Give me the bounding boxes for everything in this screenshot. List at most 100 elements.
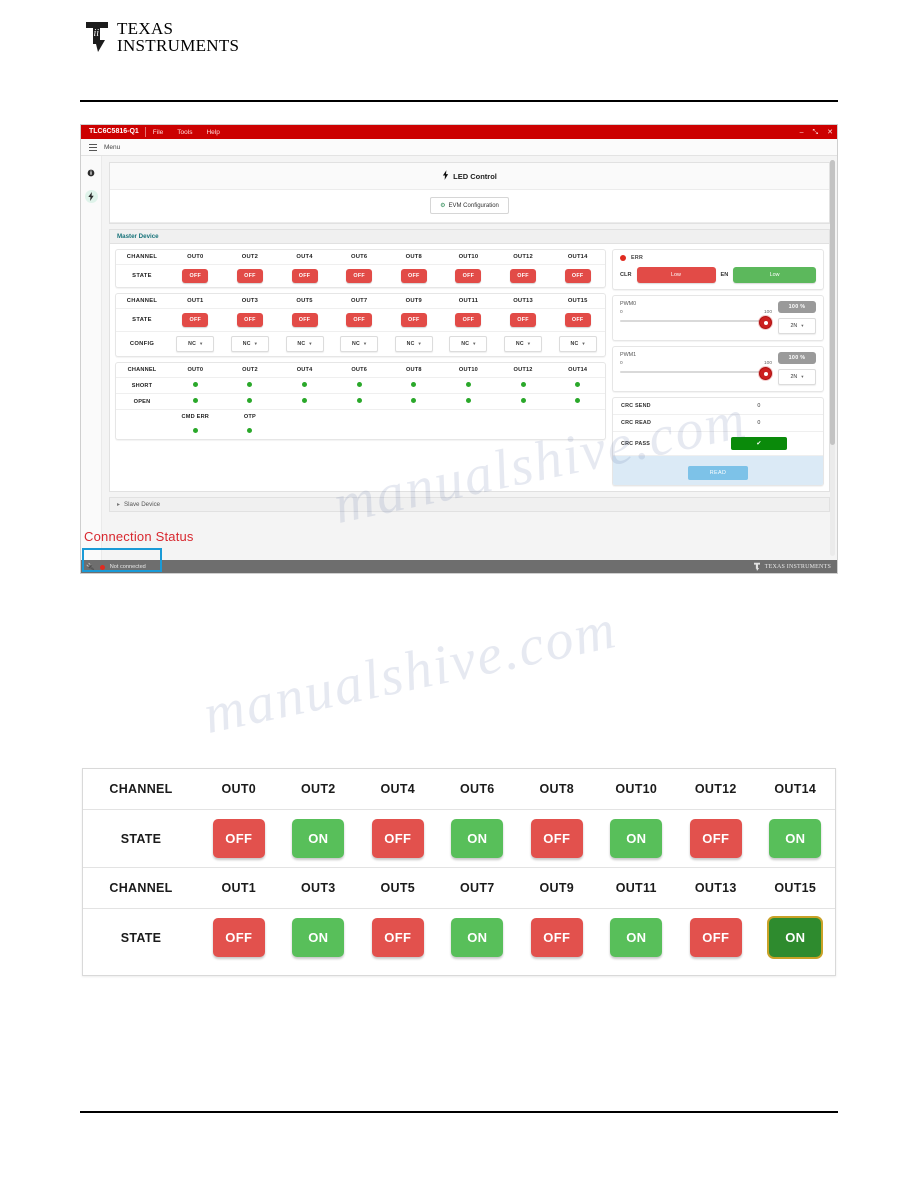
menu-file[interactable]: File bbox=[146, 129, 170, 136]
config-select[interactable]: NC ▾ bbox=[176, 336, 215, 352]
state-toggle-button[interactable]: OFF bbox=[530, 918, 583, 957]
slave-device-header[interactable]: ▸ Slave Device bbox=[110, 498, 829, 511]
state-toggle-button[interactable]: OFF bbox=[510, 313, 537, 327]
content-scrollbar[interactable] bbox=[830, 160, 835, 556]
state-toggle-button[interactable]: OFF bbox=[346, 269, 373, 283]
state-cell: OFF bbox=[495, 264, 551, 287]
state-toggle-button[interactable]: OFF bbox=[530, 819, 583, 858]
hamburger-icon[interactable] bbox=[89, 143, 97, 151]
watermark-text: manualshive.com bbox=[198, 597, 623, 747]
config-select[interactable]: NC ▾ bbox=[394, 336, 433, 352]
pwm1-value-group: 100 % 2N ▾ bbox=[778, 352, 816, 385]
pwm0-select[interactable]: 2N ▾ bbox=[778, 318, 816, 334]
pwm1-percent-badge: 100 % bbox=[778, 352, 816, 364]
config-select[interactable]: NC ▾ bbox=[285, 336, 324, 352]
menu-label[interactable]: Menu bbox=[104, 144, 120, 151]
minimize-icon[interactable]: – bbox=[800, 129, 804, 136]
state-cell: ON bbox=[755, 809, 835, 867]
channel-header: OUT12 bbox=[513, 367, 533, 373]
channel-header: OUT15 bbox=[567, 298, 588, 304]
master-device-title[interactable]: Master Device bbox=[110, 230, 829, 244]
status-dot-ok bbox=[520, 398, 526, 403]
chevron-down-icon: ▾ bbox=[200, 341, 203, 346]
state-toggle-button[interactable]: OFF bbox=[689, 918, 742, 957]
clr-toggle-button[interactable]: Low bbox=[636, 267, 716, 283]
ti-logo-mark-icon: ii bbox=[84, 20, 110, 54]
crc-pass-label: CRC PASS bbox=[613, 431, 695, 456]
short-status-cell bbox=[222, 377, 278, 394]
pwm0-percent-badge: 100 % bbox=[778, 301, 816, 313]
bolt-icon[interactable] bbox=[84, 190, 98, 203]
close-icon[interactable]: ✕ bbox=[827, 129, 833, 136]
state-toggle-button[interactable]: ON bbox=[610, 819, 663, 858]
state-cell: OFF bbox=[386, 264, 442, 287]
pwm1-select[interactable]: 2N ▾ bbox=[778, 369, 816, 385]
short-status-cell bbox=[277, 377, 332, 394]
read-button[interactable]: READ bbox=[687, 466, 749, 480]
config-select[interactable]: NC ▾ bbox=[558, 336, 597, 352]
extra-status-cell bbox=[168, 424, 223, 439]
table-row: CHANNEL OUT1 OUT3 OUT5 OUT7 OUT9 OUT11 O… bbox=[116, 294, 605, 309]
state-toggle-button[interactable]: OFF bbox=[564, 313, 591, 327]
state-toggle-button[interactable]: OFF bbox=[689, 819, 742, 858]
crc-send-label: CRC SEND bbox=[613, 398, 695, 415]
pwm0-slider-handle[interactable] bbox=[759, 316, 772, 329]
row-label-channel: CHANNEL bbox=[109, 782, 173, 796]
config-select[interactable]: NC ▾ bbox=[504, 336, 543, 352]
state-toggle-button[interactable]: OFF bbox=[182, 313, 209, 327]
state-toggle-button[interactable]: OFF bbox=[455, 313, 482, 327]
state-toggle-button[interactable]: OFF bbox=[212, 819, 265, 858]
status-dot-ok bbox=[575, 382, 581, 387]
menu-tools[interactable]: Tools bbox=[170, 129, 199, 136]
state-toggle-button[interactable]: ON bbox=[292, 819, 345, 858]
open-status-cell bbox=[386, 393, 442, 410]
pwm1-slider[interactable] bbox=[620, 367, 772, 380]
open-status-cell bbox=[550, 393, 605, 410]
state-toggle-button[interactable]: OFF bbox=[291, 313, 318, 327]
status-dot-ok bbox=[465, 382, 471, 387]
maximize-icon[interactable]: ⤡ bbox=[813, 129, 819, 136]
state-toggle-button[interactable]: OFF bbox=[346, 313, 373, 327]
config-select[interactable]: NC ▾ bbox=[230, 336, 269, 352]
state-toggle-button[interactable]: OFF bbox=[236, 269, 263, 283]
state-toggle-button-focused[interactable]: ON bbox=[769, 918, 822, 957]
state-toggle-button[interactable]: OFF bbox=[291, 269, 318, 283]
config-cell: NC ▾ bbox=[386, 331, 442, 356]
config-select[interactable]: NC ▾ bbox=[340, 336, 379, 352]
channel-header: OUT7 bbox=[351, 298, 368, 304]
state-toggle-button[interactable]: ON bbox=[451, 918, 504, 957]
state-toggle-button[interactable]: ON bbox=[292, 918, 345, 957]
channel-header: OUT13 bbox=[694, 881, 737, 895]
state-toggle-button[interactable]: OFF bbox=[564, 269, 591, 283]
pwm0-slider-group: PWM0 0 100 bbox=[620, 301, 772, 329]
check-circle-icon: ✔ bbox=[730, 437, 787, 450]
state-cell: ON bbox=[755, 908, 835, 966]
state-toggle-button[interactable]: OFF bbox=[371, 819, 424, 858]
info-icon[interactable] bbox=[85, 166, 98, 179]
state-cell: OFF bbox=[331, 264, 387, 287]
ti-logo: ii TEXAS INSTRUMENTS bbox=[84, 20, 239, 54]
pwm1-slider-handle[interactable] bbox=[759, 367, 772, 380]
state-toggle-button[interactable]: ON bbox=[451, 819, 504, 858]
state-toggle-button[interactable]: ON bbox=[769, 819, 822, 858]
open-status-cell bbox=[222, 393, 278, 410]
short-status-cell bbox=[550, 377, 605, 394]
state-toggle-button[interactable]: OFF bbox=[371, 918, 424, 957]
state-toggle-button[interactable]: OFF bbox=[400, 313, 427, 327]
pwm0-max: 100 bbox=[763, 310, 772, 315]
state-toggle-button[interactable]: OFF bbox=[236, 313, 263, 327]
state-toggle-button[interactable]: OFF bbox=[400, 269, 427, 283]
state-toggle-button[interactable]: OFF bbox=[182, 269, 209, 283]
state-toggle-button[interactable]: OFF bbox=[455, 269, 482, 283]
state-toggle-button[interactable]: OFF bbox=[212, 918, 265, 957]
slave-device-panel[interactable]: ▸ Slave Device bbox=[109, 497, 830, 512]
config-cell: NC ▾ bbox=[495, 331, 551, 356]
connection-status-callout: Connection Status bbox=[84, 529, 194, 544]
evm-configuration-button[interactable]: ⚙ EVM Configuration bbox=[430, 197, 509, 214]
state-toggle-button[interactable]: OFF bbox=[510, 269, 537, 283]
pwm0-slider[interactable] bbox=[620, 316, 772, 329]
en-toggle-button[interactable]: Low bbox=[733, 267, 816, 283]
config-select[interactable]: NC ▾ bbox=[449, 336, 488, 352]
state-toggle-button[interactable]: ON bbox=[610, 918, 663, 957]
menu-help[interactable]: Help bbox=[199, 129, 226, 136]
